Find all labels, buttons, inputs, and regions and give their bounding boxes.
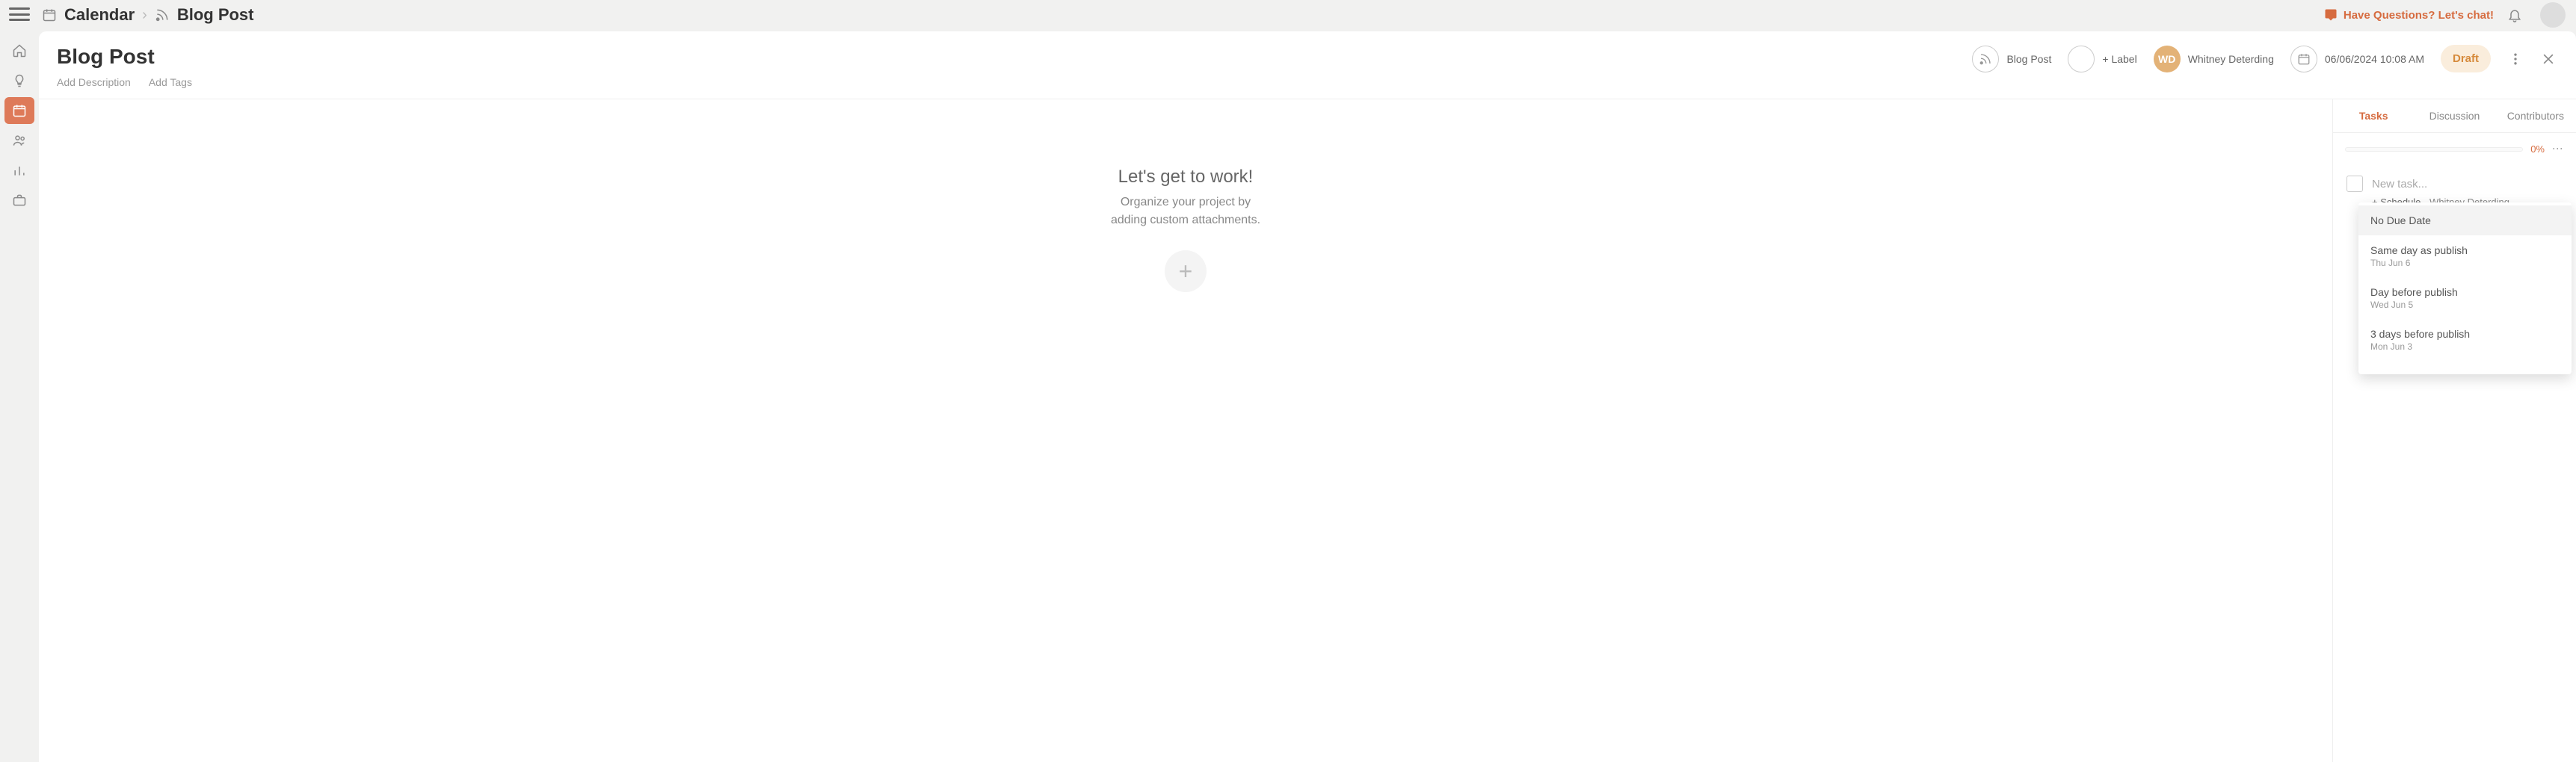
calendar-icon — [12, 103, 27, 118]
new-task-input[interactable] — [2372, 178, 2563, 190]
add-label-chip[interactable]: + Label — [2068, 46, 2136, 72]
task-checkbox[interactable] — [2347, 176, 2363, 192]
help-chat-link[interactable]: Have Questions? Let's chat! — [2324, 8, 2494, 22]
user-avatar[interactable] — [2540, 2, 2566, 28]
people-icon — [12, 133, 27, 148]
home-icon — [12, 43, 27, 58]
schedule-dropdown: No Due Date Same day as publish Thu Jun … — [2358, 202, 2572, 374]
project-card: Blog Post Add Description Add Tags Blog … — [39, 31, 2576, 762]
schedule-datetime: 06/06/2024 10:08 AM — [2325, 53, 2424, 65]
owner-avatar: WD — [2154, 46, 2181, 72]
empty-sub-1: Organize your project by — [1121, 196, 1251, 208]
briefcase-icon — [12, 193, 27, 208]
schedule-option-3-days-before[interactable]: 3 days before publish Mon Jun 3 — [2358, 319, 2572, 361]
lightbulb-icon — [12, 73, 27, 88]
hamburger-menu-button[interactable] — [9, 6, 30, 22]
breadcrumb: Calendar › Blog Post — [39, 5, 254, 25]
chevron-right-icon: › — [142, 7, 147, 24]
tab-discussion[interactable]: Discussion — [2414, 99, 2495, 132]
add-description-link[interactable]: Add Description — [57, 76, 131, 88]
more-menu-button[interactable] — [2507, 51, 2524, 67]
nav-people[interactable] — [4, 127, 34, 154]
breadcrumb-root[interactable]: Calendar — [64, 5, 135, 25]
task-progress-pct: 0% — [2530, 143, 2545, 155]
schedule-option-no-due-date[interactable]: No Due Date — [2358, 205, 2572, 235]
content-type-chip[interactable]: Blog Post — [1972, 46, 2051, 72]
chat-icon — [2324, 8, 2338, 22]
nav-analytics[interactable] — [4, 157, 34, 184]
nav-calendar[interactable] — [4, 97, 34, 124]
add-attachment-button[interactable]: + — [1165, 250, 1207, 292]
tasks-more-menu[interactable]: ⋮ — [2552, 143, 2564, 155]
page-title[interactable]: Blog Post — [57, 45, 192, 69]
add-label-text: + Label — [2102, 53, 2136, 65]
tab-contributors[interactable]: Contributors — [2495, 99, 2576, 132]
empty-headline: Let's get to work! — [1118, 167, 1254, 188]
schedule-chip[interactable]: 06/06/2024 10:08 AM — [2290, 46, 2424, 72]
calendar-icon — [42, 7, 57, 22]
help-chat-label: Have Questions? Let's chat! — [2344, 9, 2494, 22]
tab-tasks[interactable]: Tasks — [2333, 99, 2414, 132]
empty-sub-2: adding custom attachments. — [1111, 214, 1260, 226]
nav-assets[interactable] — [4, 187, 34, 214]
nav-ideas[interactable] — [4, 67, 34, 94]
content-type-label: Blog Post — [2006, 53, 2051, 65]
kebab-icon — [2508, 52, 2523, 66]
status-pill[interactable]: Draft — [2441, 45, 2491, 72]
breadcrumb-leaf: Blog Post — [177, 5, 254, 25]
schedule-option-day-before[interactable]: Day before publish Wed Jun 5 — [2358, 277, 2572, 319]
topbar: Calendar › Blog Post Have Questions? Let… — [39, 0, 2576, 30]
owner-name: Whitney Deterding — [2188, 53, 2274, 65]
bar-chart-icon — [12, 163, 27, 178]
empty-state: Let's get to work! Organize your project… — [39, 99, 2332, 762]
nav-home[interactable] — [4, 37, 34, 64]
schedule-option-same-day[interactable]: Same day as publish Thu Jun 6 — [2358, 235, 2572, 277]
rss-icon — [155, 7, 170, 22]
close-icon — [2541, 52, 2556, 66]
bell-icon[interactable] — [2507, 7, 2522, 22]
calendar-icon — [2297, 52, 2311, 66]
close-button[interactable] — [2540, 51, 2557, 67]
rss-icon — [1979, 52, 1992, 66]
owner-chip[interactable]: WD Whitney Deterding — [2154, 46, 2274, 72]
task-progress-bar — [2345, 147, 2523, 152]
side-panel: Tasks Discussion Contributors 0% ⋮ — [2332, 99, 2576, 762]
schedule-option-peek[interactable]: Week before publish — [2358, 361, 2572, 371]
add-tags-link[interactable]: Add Tags — [149, 76, 192, 88]
left-sidebar — [0, 0, 39, 762]
